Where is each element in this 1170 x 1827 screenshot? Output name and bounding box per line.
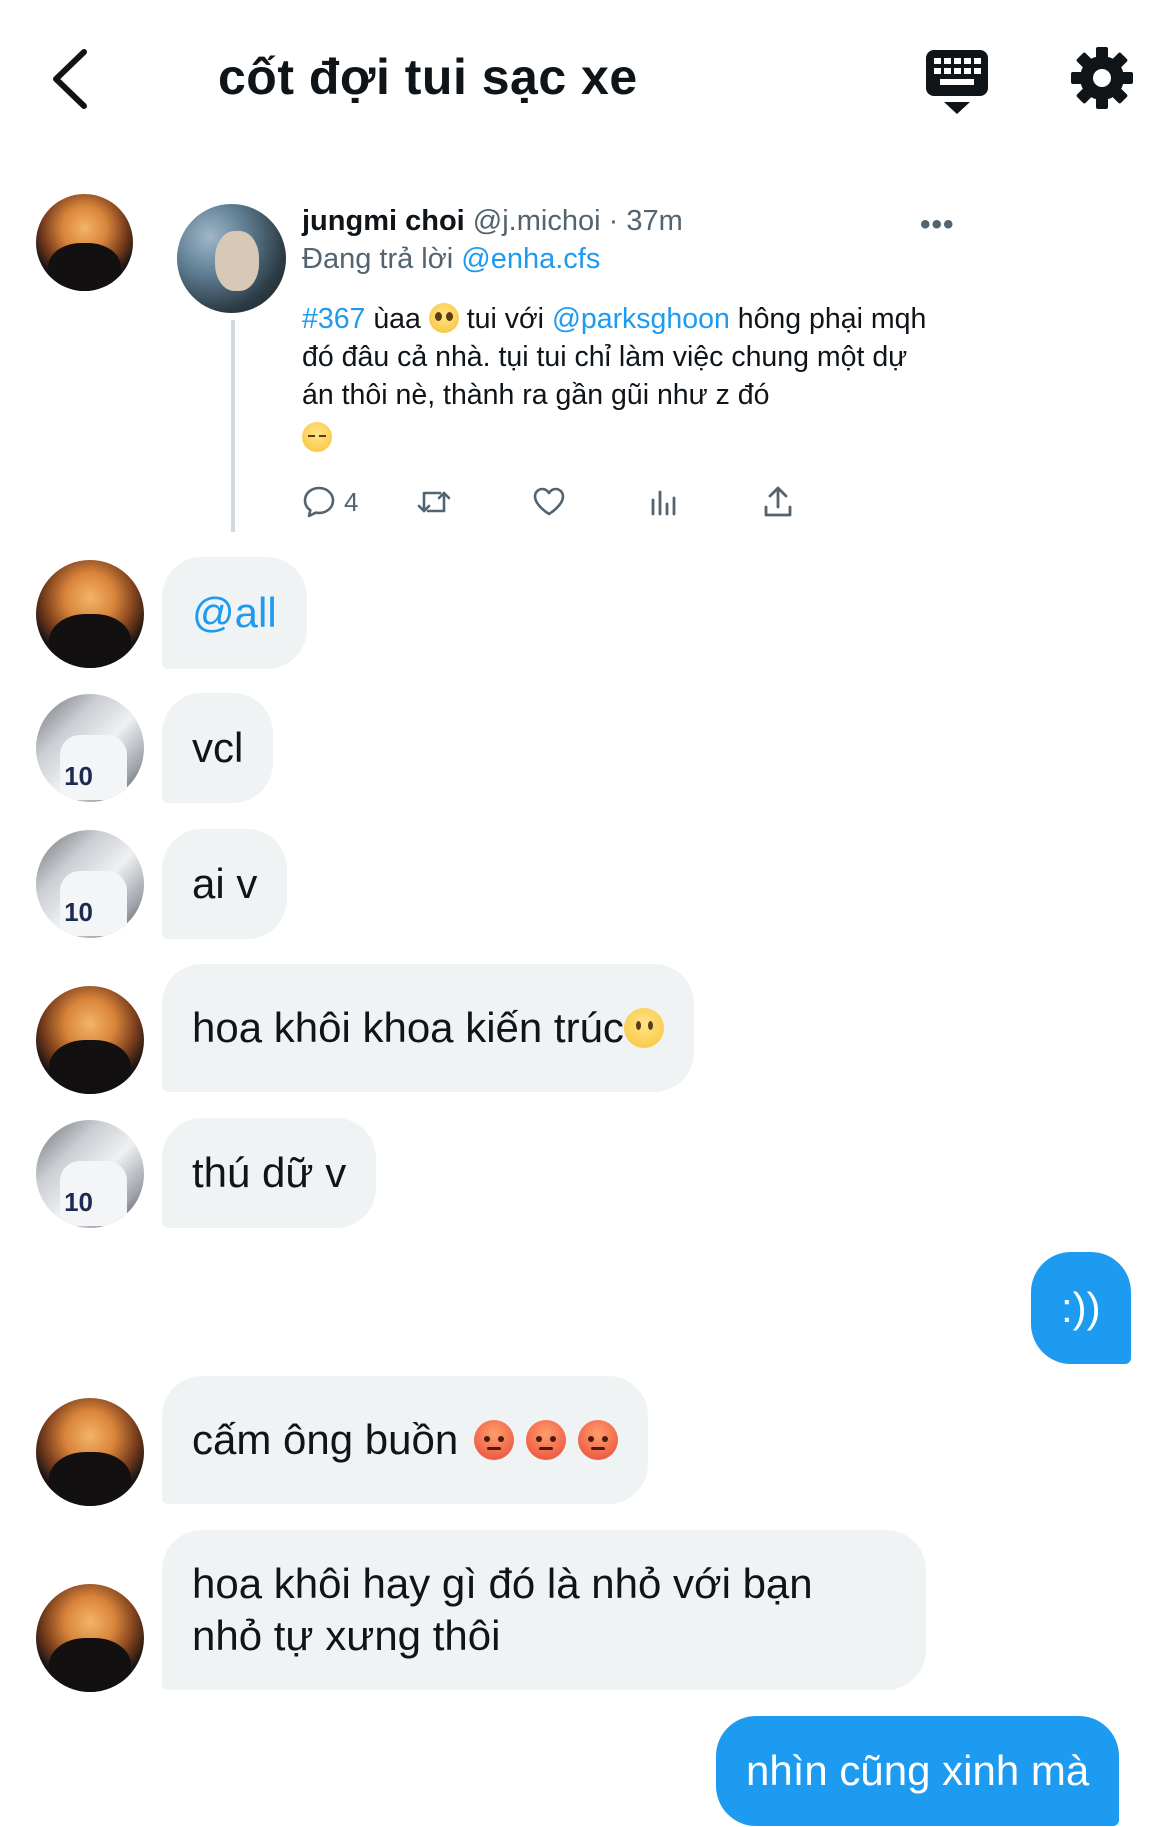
message-text: hoa khôi khoa kiến trúc [192,1004,624,1051]
message-text: nhìn cũng xinh mà [746,1747,1090,1794]
avatar[interactable]: 10 [36,694,144,802]
hashtag-link[interactable]: #367 [302,303,365,335]
message-text: thú dữ v [192,1149,347,1196]
tweet-header: jungmi choi @j.michoi · 37m [302,205,683,238]
message-text: vcl [192,724,244,771]
replying-to-link[interactable]: @enha.cfs [461,243,600,275]
my-message-bubble[interactable]: nhìn cũng xinh mà [716,1716,1120,1826]
pleading-face-icon [428,303,459,333]
gear-icon [1071,47,1133,109]
tweet-time: 37m [626,205,683,237]
avatar[interactable] [36,986,144,1094]
tweet-separator: · [600,205,627,237]
settings-button[interactable] [1070,46,1134,110]
tweet-text: #367 ùaa tui với @parksghoon hông phại m… [302,300,942,457]
message-text: cấm ông buồn [192,1416,459,1463]
conversation-title: cốt đợi tui sạc xe [218,49,638,105]
avatar[interactable] [36,194,133,291]
my-message-bubble[interactable]: :)) [1031,1252,1131,1364]
conversation-header: cốt đợi tui sạc xe [0,0,1170,160]
share-icon [764,486,792,517]
tweet-author-handle: @j.michoi [472,205,601,237]
message-bubble[interactable]: ai v [162,829,288,939]
message-bubble[interactable]: @all [162,557,307,669]
angry-face-icon [526,1420,567,1460]
angry-face-icon [578,1420,619,1460]
reply-count: 4 [344,486,359,517]
avatar[interactable] [36,1584,144,1692]
message-bubble[interactable]: vcl [162,693,274,803]
reply-button[interactable]: 4 [302,482,358,522]
tweet-author-avatar[interactable] [177,204,286,313]
share-button[interactable] [762,482,794,522]
keyboard-button[interactable] [924,48,990,116]
comment-icon [303,486,335,518]
avatar[interactable] [36,1398,144,1506]
thread-line [231,320,235,532]
views-button[interactable] [648,482,680,522]
message-bubble[interactable]: hoa khôi khoa kiến trúc [162,964,694,1092]
chevron-left-icon [53,49,87,109]
back-button[interactable] [40,44,100,114]
message-bubble[interactable]: hoa khôi hay gì đó là nhỏ với bạn nhỏ tự… [162,1530,926,1690]
mention-link[interactable]: @parksghoon [552,303,730,335]
tweet-text-part: ùaa [365,303,429,335]
message-bubble[interactable]: cấm ông buồn [162,1376,649,1504]
more-options-button[interactable]: ••• [920,208,955,242]
message-bubble[interactable]: thú dữ v [162,1118,377,1228]
analytics-icon [651,490,676,516]
avatar[interactable] [36,560,144,668]
tweet-actions: 4 [302,482,902,522]
message-text: ai v [192,860,258,907]
avatar[interactable]: 10 [36,1120,144,1228]
mention-all-link[interactable]: @all [192,587,277,639]
keyboard-icon [926,50,988,114]
retweet-button[interactable] [416,482,452,522]
message-text-line: nhỏ tự xưng thôi [192,1612,501,1659]
heart-icon [533,487,565,516]
replying-to: Đang trả lời @enha.cfs [302,243,600,276]
pensive-face-icon [302,422,332,452]
replying-to-prefix: Đang trả lời [302,243,462,275]
message-text-line: hoa khôi hay gì đó là nhỏ với bạn [192,1560,813,1607]
avatar[interactable]: 10 [36,830,144,938]
like-button[interactable] [532,482,566,522]
tweet-text-part: tui với [458,303,552,335]
tweet-author-name[interactable]: jungmi choi [302,205,465,237]
angry-face-icon [474,1420,515,1460]
hushed-face-icon [623,1008,664,1048]
retweet-icon [417,491,451,513]
message-text: :)) [1061,1284,1101,1331]
